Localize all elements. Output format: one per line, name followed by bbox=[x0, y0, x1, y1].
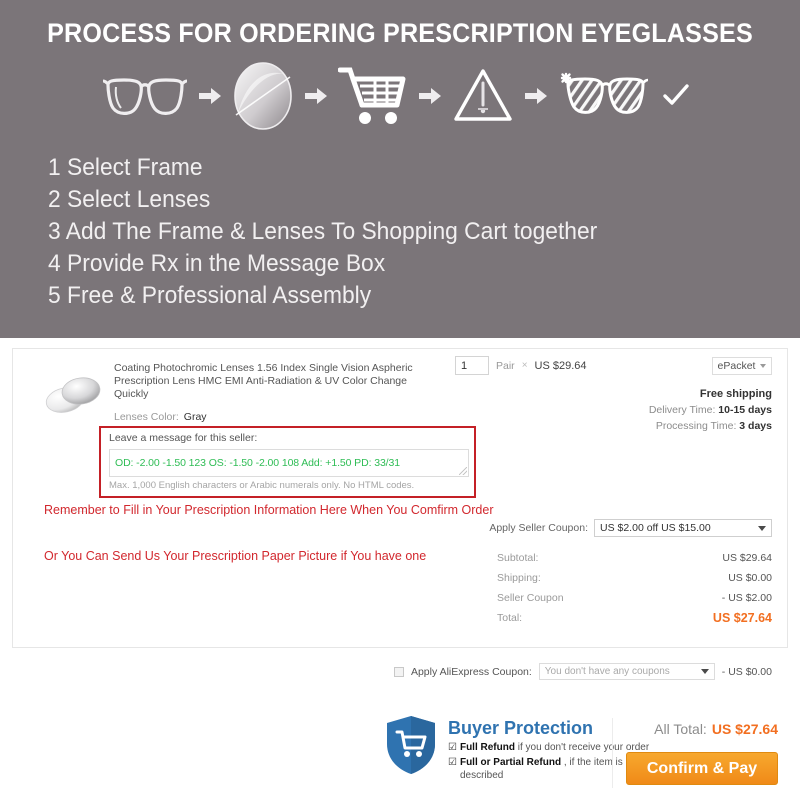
aliexpress-coupon-value: You don't have any coupons bbox=[544, 666, 670, 677]
total-value: US $27.64 bbox=[712, 611, 772, 625]
process-step-2: 2 Select Lenses bbox=[48, 186, 211, 213]
aliexpress-coupon-checkbox[interactable] bbox=[393, 666, 404, 677]
banner-title: PROCESS FOR ORDERING PRESCRIPTION EYEGLA… bbox=[47, 18, 753, 48]
shipping-info: Free shipping Delivery Time: 10-15 days … bbox=[649, 386, 772, 434]
process-step-1: 1 Select Frame bbox=[48, 154, 203, 181]
eyeglasses-frame-icon bbox=[102, 71, 188, 121]
quantity-input[interactable]: 1 bbox=[455, 356, 489, 375]
lenses-color-value: Gray bbox=[183, 411, 207, 423]
seller-coupon-value: US $2.00 off US $15.00 bbox=[600, 522, 711, 534]
subtotal-label: Subtotal: bbox=[497, 552, 539, 564]
protection-item-1-bold: Full Refund bbox=[459, 742, 515, 753]
product-title[interactable]: Coating Photochromic Lenses 1.56 Index S… bbox=[114, 362, 444, 401]
checkbox-checked-icon: ☑ bbox=[448, 742, 457, 753]
process-step-3: 3 Add The Frame & Lenses To Shopping Car… bbox=[48, 218, 598, 245]
message-textarea[interactable]: OD: -2.00 -1.50 123 OS: -1.50 -2.00 108 … bbox=[109, 449, 469, 477]
lenses-color-label: Lenses Color: bbox=[114, 411, 179, 423]
process-banner: PROCESS FOR ORDERING PRESCRIPTION EYEGLA… bbox=[0, 0, 800, 338]
buyer-protection-block: Buyer Protection ☑ Full Refund if you do… bbox=[385, 714, 663, 782]
shipping-row: Shipping: US $0.00 bbox=[497, 568, 772, 588]
prescription-message-box: Leave a message for this seller: OD: -2.… bbox=[99, 426, 476, 498]
finished-eyeglasses-icon bbox=[558, 70, 654, 122]
processing-time-value: 3 days bbox=[739, 420, 772, 432]
free-shipping-label: Free shipping bbox=[699, 388, 772, 400]
protection-item-2-bold: Full or Partial Refund bbox=[459, 757, 562, 768]
subtotal-row: Subtotal: US $29.64 bbox=[497, 548, 772, 568]
chevron-down-icon bbox=[758, 525, 766, 531]
protection-item-1-text: Full Refund if you don't receive your or… bbox=[460, 741, 649, 754]
seller-coupon-select[interactable]: US $2.00 off US $15.00 bbox=[594, 519, 772, 537]
process-step-5: 5 Free & Professional Assembly bbox=[48, 282, 372, 309]
arrow-icon-3 bbox=[408, 58, 452, 134]
order-totals: Subtotal: US $29.64 Shipping: US $0.00 S… bbox=[497, 548, 772, 628]
processing-time-label: Processing Time: bbox=[655, 420, 737, 432]
arrow-icon-4 bbox=[514, 58, 558, 134]
chevron-down-icon bbox=[700, 669, 709, 674]
process-icon-strip bbox=[0, 58, 800, 134]
checkmark-icon bbox=[654, 58, 698, 134]
process-steps-list: 1 Select Frame 2 Select Lenses 3 Add The… bbox=[48, 152, 768, 312]
aliexpress-coupon-amount: - US $0.00 bbox=[721, 665, 772, 678]
seller-coupon-row: Apply Seller Coupon: US $2.00 off US $15… bbox=[489, 519, 772, 537]
seller-coupon-total-value: - US $2.00 bbox=[721, 592, 772, 604]
shipping-label: Shipping: bbox=[497, 572, 541, 584]
process-step-4: 4 Provide Rx in the Message Box bbox=[48, 250, 386, 277]
shopping-cart-icon bbox=[338, 65, 408, 127]
confirm-and-pay-button[interactable]: Confirm & Pay bbox=[626, 752, 778, 785]
aliexpress-coupon-select[interactable]: You don't have any coupons bbox=[538, 663, 715, 680]
warning-triangle-icon bbox=[452, 67, 514, 125]
seller-coupon-label: Apply Seller Coupon: bbox=[489, 522, 588, 534]
subtotal-value: US $29.64 bbox=[722, 552, 772, 564]
lens-icon bbox=[232, 61, 294, 131]
multiply-symbol: × bbox=[521, 360, 528, 371]
message-value: OD: -2.00 -1.50 123 OS: -1.50 -2.00 108 … bbox=[115, 457, 400, 469]
delivery-time-label: Delivery Time: bbox=[648, 404, 716, 416]
shipping-method-value: ePacket bbox=[717, 360, 756, 372]
delivery-time-value: 10-15 days bbox=[718, 404, 772, 416]
lenses-color: Lenses Color: Gray bbox=[114, 411, 207, 423]
delivery-time-row: Delivery Time: 10-15 days bbox=[649, 402, 772, 418]
quantity-unit: Pair bbox=[496, 359, 515, 372]
message-hint: Max. 1,000 English characters or Arabic … bbox=[109, 480, 415, 491]
resize-handle-icon[interactable] bbox=[459, 467, 467, 475]
all-total: All Total: US $27.64 bbox=[654, 721, 778, 737]
checkbox-checked-icon: ☑ bbox=[448, 757, 457, 768]
message-label: Leave a message for this seller: bbox=[109, 432, 258, 444]
shipping-method-select[interactable]: ePacket bbox=[712, 357, 772, 375]
buyer-protection-title: Buyer Protection bbox=[448, 718, 594, 738]
prescription-picture-note: Or You Can Send Us Your Prescription Pap… bbox=[44, 549, 427, 563]
footer-divider bbox=[612, 718, 613, 788]
total-row: Total: US $27.64 bbox=[497, 608, 772, 628]
processing-time-row: Processing Time: 3 days bbox=[649, 418, 772, 434]
shipping-value: US $0.00 bbox=[728, 572, 772, 584]
aliexpress-coupon-row: Apply AliExpress Coupon: You don't have … bbox=[393, 663, 772, 680]
checkout-footer: Buyer Protection ☑ Full Refund if you do… bbox=[0, 706, 800, 800]
prescription-reminder-note: Remember to Fill in Your Prescription In… bbox=[44, 503, 494, 517]
total-label: Total: bbox=[497, 612, 523, 624]
arrow-icon-2 bbox=[294, 58, 338, 134]
seller-coupon-total-label: Seller Coupon bbox=[497, 592, 564, 604]
quantity-row: 1 Pair × US $29.64 bbox=[455, 356, 587, 375]
arrow-icon-1 bbox=[188, 58, 232, 134]
product-thumbnail[interactable] bbox=[38, 367, 108, 423]
seller-coupon-total-row: Seller Coupon - US $2.00 bbox=[497, 588, 772, 608]
unit-price: US $29.64 bbox=[534, 359, 587, 372]
all-total-value: US $27.64 bbox=[711, 721, 778, 737]
aliexpress-coupon-label: Apply AliExpress Coupon: bbox=[410, 665, 532, 678]
all-total-label: All Total: bbox=[654, 721, 707, 737]
shield-cart-icon bbox=[385, 714, 437, 782]
chevron-down-icon bbox=[760, 364, 767, 368]
